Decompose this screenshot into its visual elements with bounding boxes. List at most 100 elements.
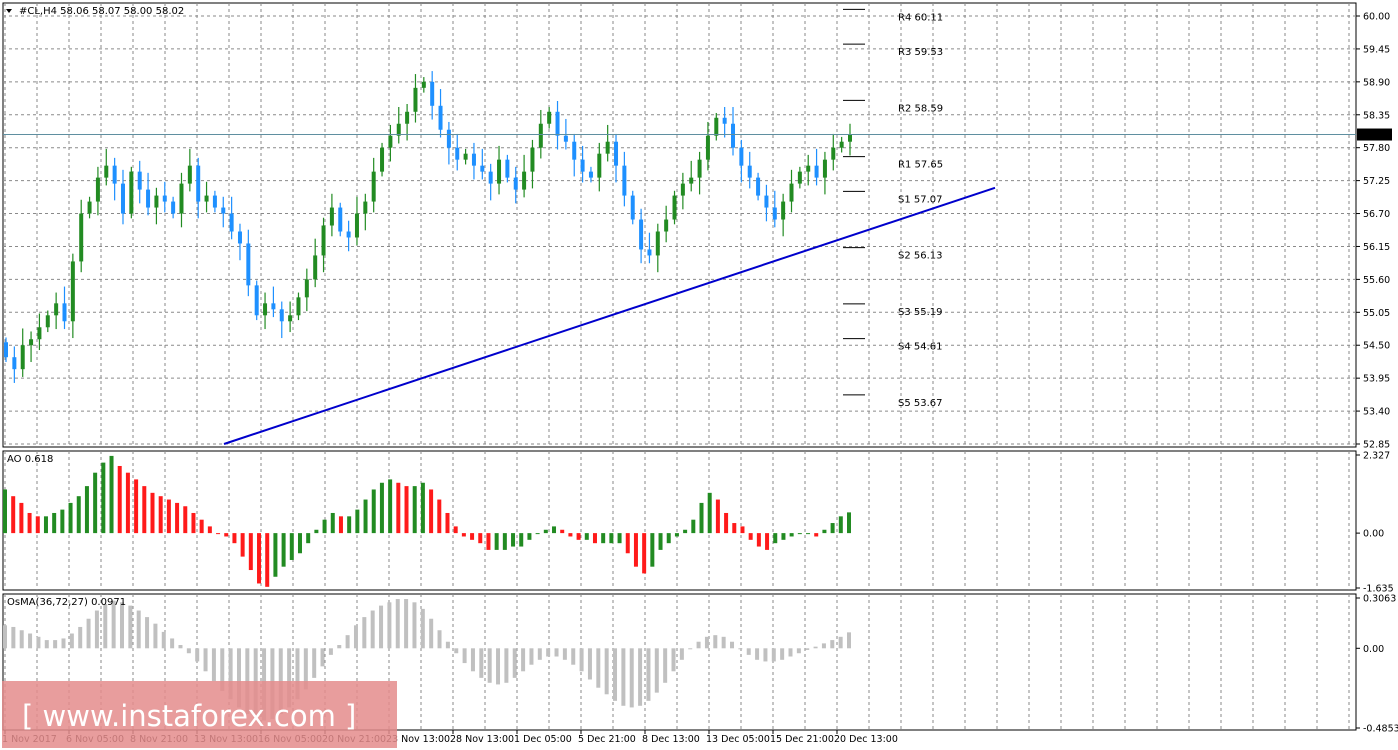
histogram-bar xyxy=(646,648,651,701)
candle-body xyxy=(171,201,176,214)
histogram-bar xyxy=(43,516,48,534)
histogram-bar xyxy=(362,617,367,649)
histogram-bar xyxy=(337,645,342,649)
histogram-bar xyxy=(175,502,180,534)
histogram-bar xyxy=(142,486,147,534)
histogram-bar xyxy=(763,648,768,662)
candle-body xyxy=(597,153,602,178)
time-tick-label: 8 Dec 13:00 xyxy=(642,734,700,745)
histogram-bar xyxy=(771,648,776,662)
histogram-bar xyxy=(847,632,851,649)
histogram-bar xyxy=(781,533,786,540)
histogram-bar xyxy=(355,509,360,534)
histogram-bar xyxy=(158,496,163,534)
histogram-bar xyxy=(312,648,317,678)
histogram-bar xyxy=(103,603,108,649)
histogram-bar xyxy=(601,533,606,544)
time-tick-label: 5 Dec 21:00 xyxy=(578,734,636,745)
candle-body xyxy=(196,165,201,202)
histogram-bar xyxy=(36,636,41,649)
current-price-label: 58.02 xyxy=(1360,130,1387,141)
candle-body xyxy=(630,195,635,220)
histogram-bar xyxy=(613,648,618,701)
histogram-bar xyxy=(511,533,516,547)
histogram-bar xyxy=(461,533,466,537)
candle-body xyxy=(572,141,577,160)
candle-body xyxy=(513,177,518,190)
histogram-bar xyxy=(625,533,630,554)
candle-body xyxy=(20,345,25,370)
candle-body xyxy=(229,213,234,232)
histogram-bar xyxy=(128,605,133,649)
histogram-bar xyxy=(125,472,130,534)
histogram-bar xyxy=(699,502,704,534)
histogram-bar xyxy=(183,506,188,534)
histogram-bar xyxy=(724,512,729,534)
page-bg xyxy=(0,0,1398,750)
histogram-bar xyxy=(84,486,89,534)
histogram-bar xyxy=(211,648,216,682)
histogram-bar xyxy=(420,608,425,649)
histogram-bar xyxy=(28,633,33,649)
candle-body xyxy=(179,183,184,214)
histogram-bar xyxy=(584,533,589,540)
histogram-bar xyxy=(19,630,24,649)
pivot-label: R2 58.59 xyxy=(898,103,943,114)
candle-body xyxy=(756,177,761,196)
histogram-bar xyxy=(404,599,409,649)
histogram-bar xyxy=(721,636,726,649)
candle-body xyxy=(781,201,786,220)
candle-body xyxy=(814,165,819,178)
indicator-tick-label: 0.3063 xyxy=(1363,594,1396,605)
histogram-bar xyxy=(765,533,770,550)
histogram-bar xyxy=(109,455,114,534)
histogram-bar xyxy=(379,605,384,649)
candle-body xyxy=(246,243,251,286)
candle-body xyxy=(797,171,802,184)
histogram-bar xyxy=(379,482,384,534)
histogram-bar xyxy=(576,533,581,540)
histogram-bar xyxy=(76,496,81,534)
histogram-bar xyxy=(53,640,58,649)
histogram-bar xyxy=(68,502,73,534)
histogram-bar xyxy=(554,648,559,657)
histogram-bar xyxy=(52,512,57,534)
indicator-title: OsMA(36,72,27) 0.0971 xyxy=(7,597,126,608)
histogram-bar xyxy=(3,489,7,534)
price-tick-label: 53.40 xyxy=(1363,407,1390,418)
candle-body xyxy=(37,327,42,340)
candle-body xyxy=(388,135,393,148)
pivot-label: R4 60.11 xyxy=(898,12,943,23)
histogram-bar xyxy=(93,472,98,534)
pivot-label: R1 57.65 xyxy=(898,160,943,171)
price-tick-label: 57.25 xyxy=(1363,176,1390,187)
histogram-bar xyxy=(805,648,810,650)
histogram-bar xyxy=(756,533,761,547)
time-tick-label: 20 Dec 13:00 xyxy=(834,734,898,745)
histogram-bar xyxy=(671,648,676,672)
histogram-bar xyxy=(571,648,576,665)
histogram-bar xyxy=(199,519,204,534)
histogram-bar xyxy=(470,648,475,672)
candle-body xyxy=(705,135,710,160)
candle-body xyxy=(739,147,744,166)
histogram-bar xyxy=(796,648,801,654)
histogram-bar xyxy=(404,486,409,534)
candle-body xyxy=(187,165,192,184)
candle-body xyxy=(522,171,527,190)
histogram-bar xyxy=(519,533,524,547)
candle-body xyxy=(29,339,34,346)
candle-body xyxy=(137,171,142,190)
histogram-bar xyxy=(838,516,843,534)
histogram-bar xyxy=(265,533,270,587)
histogram-bar xyxy=(69,633,74,649)
candle-body xyxy=(622,165,627,196)
candle-body xyxy=(354,213,359,238)
histogram-bar xyxy=(704,636,709,649)
histogram-bar xyxy=(560,529,565,534)
histogram-bar xyxy=(353,625,358,649)
histogram-bar xyxy=(429,618,434,649)
candle-body xyxy=(505,159,510,178)
price-tick-label: 53.95 xyxy=(1363,374,1390,385)
candle-body xyxy=(271,303,276,310)
